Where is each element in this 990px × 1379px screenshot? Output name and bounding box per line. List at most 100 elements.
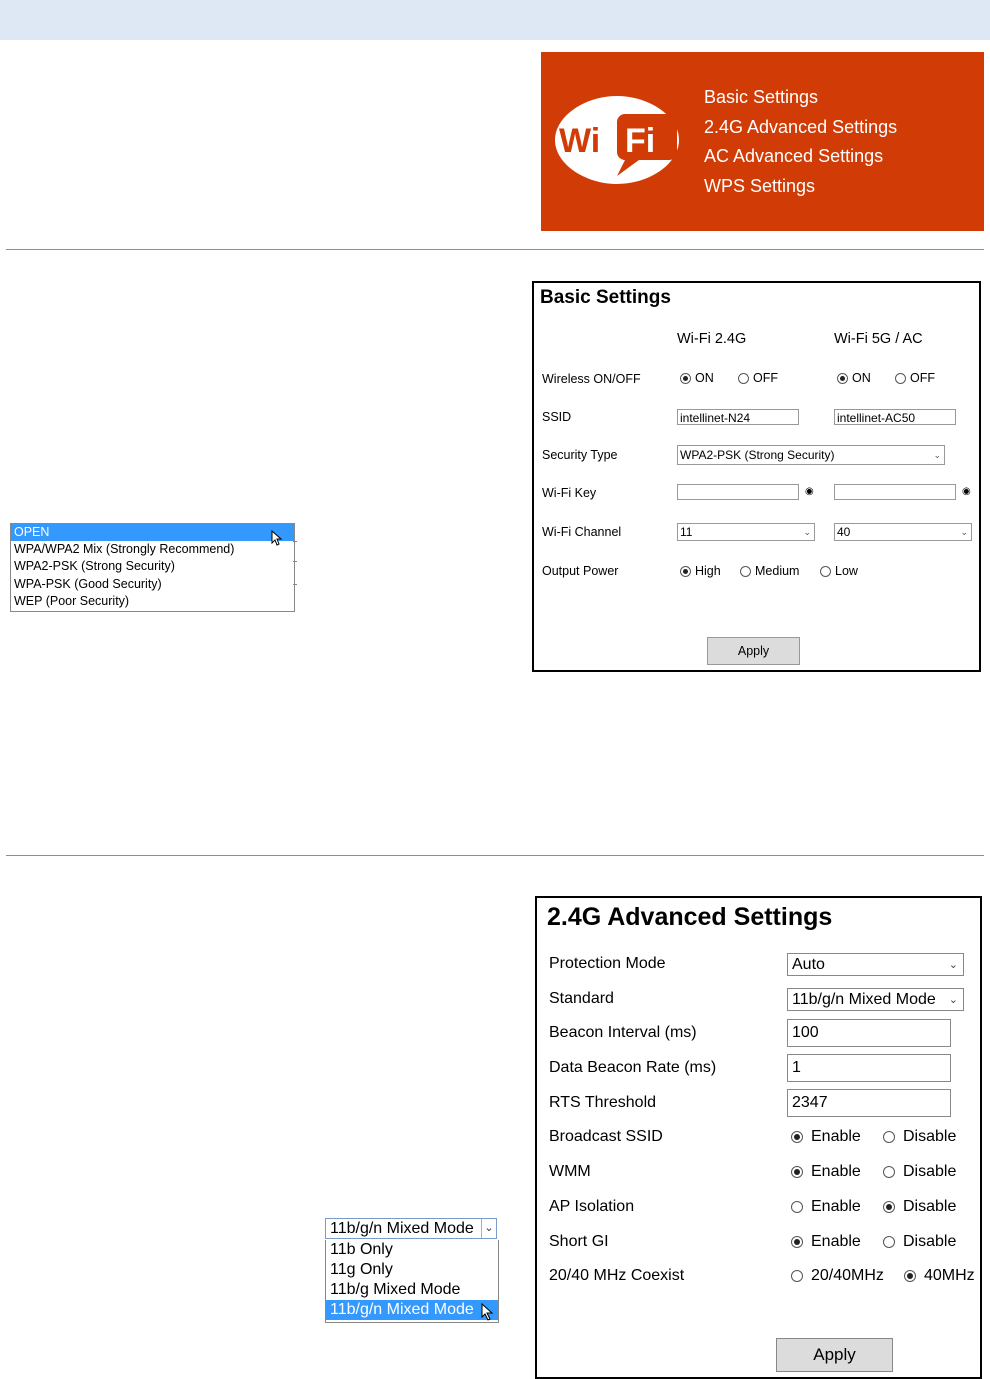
col-header-5g: Wi-Fi 5G / AC bbox=[834, 331, 923, 347]
option-11bg-mixed[interactable]: 11b/g Mixed Mode bbox=[326, 1280, 498, 1300]
wireless-24-off[interactable]: OFF bbox=[738, 371, 778, 385]
label-short-gi: Short GI bbox=[549, 1233, 609, 1250]
radio-icon bbox=[883, 1165, 895, 1178]
basic-settings-panel: Basic Settings Wi-Fi 2.4G Wi-Fi 5G / AC … bbox=[532, 281, 981, 672]
ap-isolation-disable[interactable]: Disable bbox=[883, 1198, 956, 1216]
wireless-5g-on[interactable]: ON bbox=[837, 371, 871, 385]
label-wireless: Wireless ON/OFF bbox=[542, 372, 641, 386]
label-coexist: 20/40 MHz Coexist bbox=[549, 1267, 685, 1284]
wifi-banner: Wi Fi Basic Settings 2.4G Advanced Setti… bbox=[541, 52, 984, 231]
wireless-5g-off[interactable]: OFF bbox=[895, 371, 935, 385]
protection-mode-select[interactable]: Auto ⌄ bbox=[787, 953, 964, 976]
eye-icon[interactable]: ◉ bbox=[962, 486, 971, 497]
radio-icon bbox=[883, 1130, 895, 1143]
radio-icon bbox=[895, 373, 906, 385]
coexist-20-40mhz[interactable]: 20/40MHz bbox=[791, 1267, 884, 1285]
short-gi-disable[interactable]: Disable bbox=[883, 1233, 956, 1251]
chevron-down-icon: ⌄ bbox=[933, 450, 941, 460]
channel-5g-select[interactable]: 40 ⌄ bbox=[834, 523, 972, 541]
coexist-40mhz[interactable]: 40MHz bbox=[904, 1267, 975, 1285]
label-protection-mode: Protection Mode bbox=[549, 955, 666, 972]
standard-select[interactable]: 11b/g/n Mixed Mode ⌄ bbox=[787, 988, 964, 1011]
label-wifi-channel: Wi-Fi Channel bbox=[542, 525, 622, 539]
option-wpa-psk[interactable]: WPA-PSK (Good Security) bbox=[11, 576, 294, 593]
ap-isolation-enable[interactable]: Enable bbox=[791, 1198, 861, 1216]
logo-fi: Fi bbox=[625, 122, 655, 160]
chevron-down-icon: ⌄ bbox=[960, 527, 968, 537]
label-ssid: SSID bbox=[542, 410, 572, 424]
option-wpa2-psk[interactable]: WPA2-PSK (Strong Security) bbox=[11, 558, 294, 575]
security-type-select[interactable]: WPA2-PSK (Strong Security) ⌄ bbox=[677, 445, 945, 465]
radio-icon bbox=[738, 373, 749, 385]
channel-24-select[interactable]: 11 ⌄ bbox=[677, 523, 815, 541]
label-broadcast-ssid: Broadcast SSID bbox=[549, 1128, 663, 1145]
wifi-key-24-input[interactable] bbox=[677, 484, 799, 500]
option-wep[interactable]: WEP (Poor Security) bbox=[11, 593, 294, 610]
radio-icon bbox=[904, 1269, 916, 1282]
chevron-down-icon: ⌄ bbox=[948, 994, 958, 1006]
rts-threshold-input[interactable]: 2347 bbox=[787, 1089, 951, 1117]
col-header-24g: Wi-Fi 2.4G bbox=[677, 331, 747, 347]
mouse-cursor-icon bbox=[271, 530, 283, 546]
radio-icon bbox=[680, 566, 691, 578]
apply-button[interactable]: Apply bbox=[707, 637, 800, 665]
top-header-bar bbox=[0, 0, 990, 40]
ssid-24-input[interactable]: intellinet-N24 bbox=[677, 409, 799, 425]
standard-dropdown[interactable]: 11b/g/n Mixed Mode ⌄ bbox=[325, 1218, 497, 1239]
radio-icon bbox=[837, 373, 848, 385]
chevron-down-icon: ⌄ bbox=[948, 959, 958, 971]
panel-title: 2.4G Advanced Settings bbox=[547, 903, 833, 931]
wifi-key-5g-input[interactable] bbox=[834, 484, 956, 500]
radio-icon bbox=[820, 566, 831, 578]
ssid-5g-input[interactable]: intellinet-AC50 bbox=[834, 409, 956, 425]
radio-icon bbox=[791, 1269, 803, 1282]
panel-title: Basic Settings bbox=[540, 287, 671, 308]
power-medium[interactable]: Medium bbox=[740, 564, 799, 578]
label-wifi-key: Wi-Fi Key bbox=[542, 486, 597, 500]
label-output-power: Output Power bbox=[542, 564, 619, 578]
divider bbox=[6, 249, 984, 250]
power-high[interactable]: High bbox=[680, 564, 721, 578]
banner-menu: Basic Settings 2.4G Advanced Settings AC… bbox=[704, 86, 897, 205]
label-security: Security Type bbox=[542, 448, 618, 462]
data-beacon-rate-input[interactable]: 1 bbox=[787, 1054, 951, 1082]
wmm-disable[interactable]: Disable bbox=[883, 1163, 956, 1181]
radio-icon bbox=[791, 1130, 803, 1143]
menu-ac-advanced[interactable]: AC Advanced Settings bbox=[704, 145, 897, 175]
radio-icon bbox=[883, 1235, 895, 1248]
apply-button[interactable]: Apply bbox=[776, 1338, 893, 1372]
broadcast-ssid-enable[interactable]: Enable bbox=[791, 1128, 861, 1146]
radio-icon bbox=[791, 1165, 803, 1178]
menu-wps-settings[interactable]: WPS Settings bbox=[704, 175, 897, 205]
label-wmm: WMM bbox=[549, 1163, 591, 1180]
option-11b-only[interactable]: 11b Only bbox=[326, 1240, 498, 1260]
option-open[interactable]: OPEN bbox=[11, 524, 294, 542]
logo-wi: Wi bbox=[559, 122, 600, 160]
divider bbox=[6, 855, 984, 856]
menu-basic-settings[interactable]: Basic Settings bbox=[704, 86, 897, 116]
option-11bgn-mixed[interactable]: 11b/g/n Mixed Mode bbox=[326, 1300, 498, 1320]
security-type-dropdown-list[interactable]: OPEN WPA/WPA2 Mix (Strongly Recommend) W… bbox=[10, 523, 295, 612]
radio-icon bbox=[740, 566, 751, 578]
wmm-enable[interactable]: Enable bbox=[791, 1163, 861, 1181]
wireless-24-on[interactable]: ON bbox=[680, 371, 714, 385]
option-wpa-wpa2-mix[interactable]: WPA/WPA2 Mix (Strongly Recommend) bbox=[11, 541, 294, 558]
broadcast-ssid-disable[interactable]: Disable bbox=[883, 1128, 956, 1146]
radio-icon bbox=[883, 1200, 895, 1213]
power-low[interactable]: Low bbox=[820, 564, 858, 578]
chevron-down-icon: ⌄ bbox=[803, 527, 811, 537]
eye-icon[interactable]: ◉ bbox=[805, 486, 814, 497]
radio-icon bbox=[791, 1235, 803, 1248]
radio-icon bbox=[680, 373, 691, 385]
standard-dropdown-list[interactable]: 11b Only 11g Only 11b/g Mixed Mode 11b/g… bbox=[325, 1240, 499, 1323]
beacon-interval-input[interactable]: 100 bbox=[787, 1019, 951, 1047]
chevron-down-icon: ⌄ bbox=[481, 1219, 496, 1238]
option-11g-only[interactable]: 11g Only bbox=[326, 1260, 498, 1280]
label-rts-threshold: RTS Threshold bbox=[549, 1094, 657, 1111]
radio-icon bbox=[791, 1200, 803, 1213]
advanced-24g-panel: 2.4G Advanced Settings Protection Mode A… bbox=[535, 896, 982, 1379]
menu-24g-advanced[interactable]: 2.4G Advanced Settings bbox=[704, 116, 897, 146]
label-beacon-interval: Beacon Interval (ms) bbox=[549, 1024, 697, 1041]
short-gi-enable[interactable]: Enable bbox=[791, 1233, 861, 1251]
wifi-logo-icon: Wi Fi bbox=[555, 96, 679, 184]
